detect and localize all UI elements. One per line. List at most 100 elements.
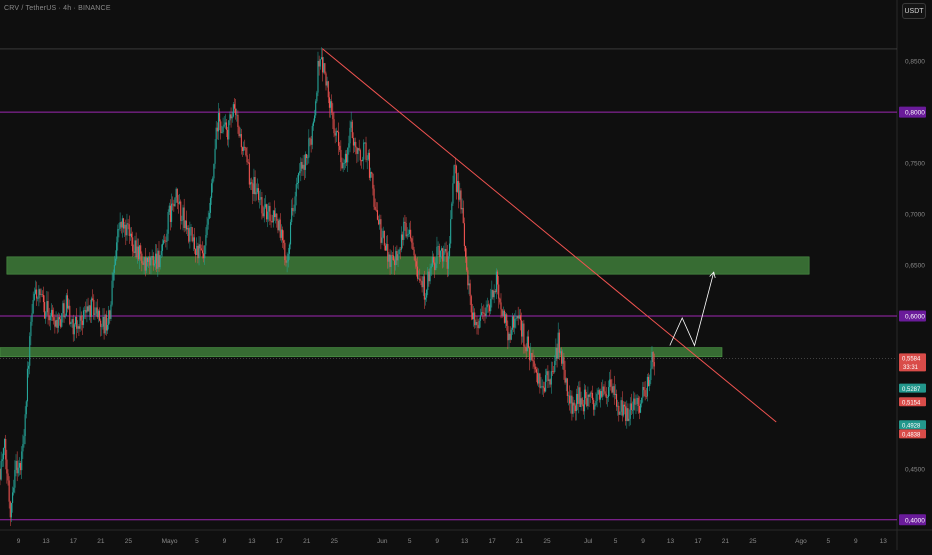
candle-body	[497, 271, 499, 285]
candle-body	[294, 196, 296, 211]
candle-body	[33, 293, 35, 300]
candle-body	[88, 305, 90, 312]
time-tick-label: 21	[303, 538, 311, 545]
time-tick-label: 9	[223, 538, 227, 545]
candle-body	[397, 254, 399, 261]
candle-body	[39, 289, 41, 295]
candle-body	[281, 229, 284, 241]
candle-body	[422, 276, 424, 288]
chart-area[interactable]: 0,90000,85000,80000,75000,70000,65000,60…	[0, 0, 932, 550]
candle-body	[241, 147, 244, 152]
candle-body	[288, 244, 290, 254]
candle-body	[495, 271, 497, 293]
candle-body	[586, 398, 588, 407]
candle-body	[367, 152, 369, 160]
candle-body	[301, 161, 303, 169]
candle-body	[148, 256, 150, 262]
candle-body	[649, 380, 651, 386]
candle-body	[390, 255, 392, 267]
candle-body	[144, 257, 146, 271]
candle-body	[511, 316, 513, 330]
candle-body	[382, 230, 384, 238]
candle-body	[257, 188, 260, 200]
candle-body	[254, 177, 256, 195]
candle-body	[550, 371, 552, 385]
time-tick-label: 9	[641, 538, 645, 545]
price-tag-label: 0,5287	[902, 387, 921, 393]
candle-body	[452, 183, 454, 204]
candle-body	[63, 303, 65, 318]
candle-body	[535, 369, 538, 373]
candle-body	[593, 399, 595, 410]
candle-body	[10, 502, 12, 518]
candle-body	[230, 114, 232, 119]
candle-body	[473, 312, 475, 320]
candle-body	[102, 316, 104, 327]
candle-body	[189, 227, 191, 242]
candle-body	[437, 246, 439, 247]
candle-body	[348, 143, 350, 148]
candle-body	[503, 310, 505, 323]
candle-body	[637, 397, 639, 406]
candle-body	[546, 371, 548, 376]
candle-body	[224, 122, 226, 125]
candle-body	[199, 244, 201, 249]
price-tick-label: 0,7000	[905, 212, 925, 219]
lower-demand-zone[interactable]	[0, 347, 723, 358]
candle-body	[542, 386, 544, 388]
candle-body	[580, 398, 582, 408]
candle-body	[344, 153, 346, 164]
candle-body	[629, 403, 631, 419]
currency-button[interactable]: USDT	[902, 3, 926, 19]
price-tick-label: 0,8500	[905, 59, 925, 66]
candle-body	[630, 403, 632, 410]
candle-body	[582, 404, 584, 412]
candle-body	[87, 306, 89, 312]
candle-body	[491, 289, 493, 299]
candle-body	[308, 138, 310, 158]
candle-body	[513, 316, 515, 328]
candle-body	[553, 371, 555, 373]
candle-body	[341, 162, 343, 169]
time-tick-label: 13	[880, 538, 888, 545]
candle-body	[233, 104, 236, 109]
candle-body	[621, 400, 623, 416]
candle-body	[32, 299, 34, 314]
candle-body	[207, 218, 209, 225]
candle-body	[245, 147, 247, 156]
candle-body	[8, 480, 10, 502]
candle-body	[531, 352, 533, 360]
candle-body	[327, 81, 329, 98]
chart-canvas[interactable]: 0,90000,85000,80000,75000,70000,65000,60…	[0, 0, 932, 550]
candle-body	[482, 312, 484, 313]
candle-body	[554, 361, 556, 372]
candle-body	[110, 304, 112, 319]
symbol-title[interactable]: CRV / TetherUS · 4h · BINANCE	[4, 5, 111, 12]
candle-body	[490, 298, 492, 312]
candle-body	[180, 201, 182, 221]
candle-body	[297, 173, 300, 183]
candle-body	[620, 400, 622, 412]
candle-body	[464, 245, 467, 257]
candle-body	[167, 211, 169, 234]
candle-body	[350, 121, 352, 128]
candle-body	[444, 248, 446, 251]
candle-body	[142, 263, 144, 265]
candle-body	[275, 213, 277, 218]
candle-body	[243, 146, 245, 152]
candle-body	[346, 153, 348, 163]
candle-body	[150, 257, 152, 266]
candle-body	[82, 310, 85, 325]
candle-body	[646, 376, 648, 397]
candle-body	[322, 57, 324, 73]
candle-body	[371, 172, 373, 174]
candle-body	[181, 220, 183, 221]
candle-body	[176, 188, 178, 203]
candle-body	[402, 234, 404, 240]
time-tick-label: 13	[42, 538, 50, 545]
candle-body	[77, 326, 79, 329]
candle-body	[470, 296, 472, 313]
candle-body	[172, 203, 174, 205]
upper-demand-zone[interactable]	[6, 256, 810, 275]
candle-body	[378, 219, 380, 225]
